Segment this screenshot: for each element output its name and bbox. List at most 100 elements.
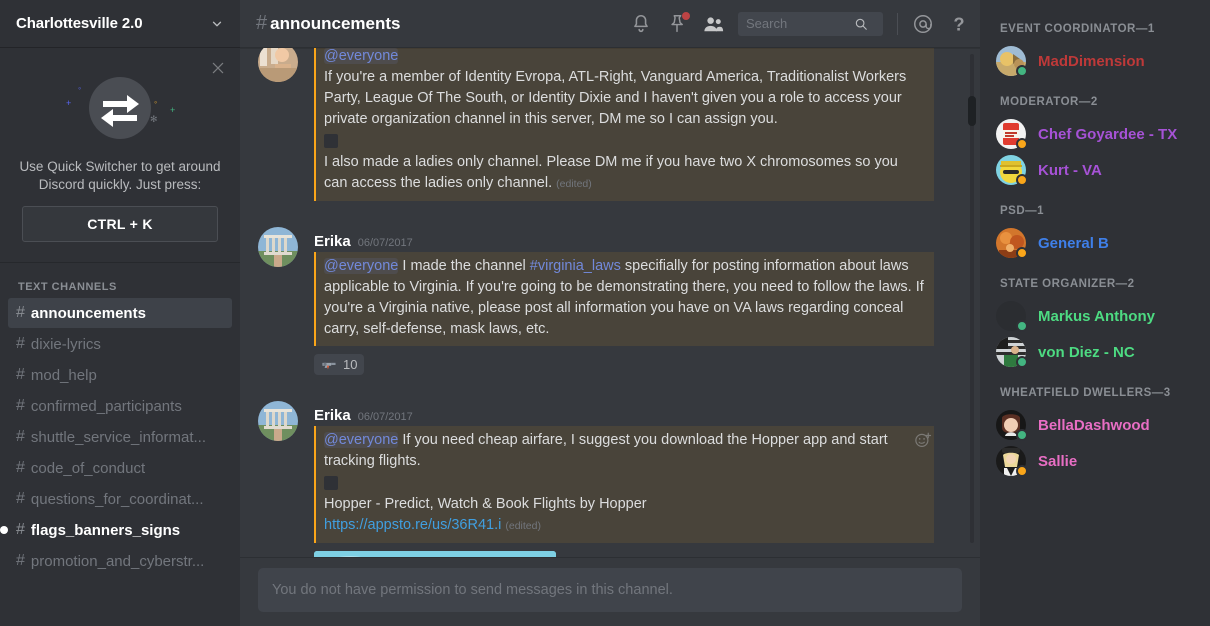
role-group-header: MODERATOR—2 [1000, 96, 1098, 108]
sidebar-item-confirmed-participants[interactable]: # confirmed_participants [8, 391, 232, 421]
search-box[interactable] [738, 11, 883, 36]
member-item[interactable]: General B [980, 225, 1210, 261]
member-name: Markus Anthony [1038, 307, 1155, 325]
channel-label: dixie-lyrics [30, 335, 101, 353]
status-badge [1016, 174, 1028, 186]
message-text-line-2: Hopper - Predict, Watch & Book Flights b… [324, 495, 647, 512]
avatar [996, 228, 1028, 259]
channel-label: announcements [30, 304, 146, 322]
message-author[interactable]: Erika [314, 233, 351, 250]
status-badge [1016, 429, 1028, 441]
server-name: Charlottesville 2.0 [16, 15, 143, 32]
avatar [996, 46, 1028, 77]
search-icon [855, 18, 867, 30]
hash-icon: # [16, 428, 25, 445]
channel-name: announcements [270, 14, 401, 33]
search-input[interactable] [746, 16, 854, 31]
edited-tag: (edited) [556, 178, 592, 190]
hash-icon: # [16, 335, 25, 352]
unread-indicator [0, 526, 8, 534]
message-item: Erika 06/07/2017 @everyone I made the ch… [240, 227, 962, 385]
message-scrollbar[interactable] [968, 48, 976, 557]
chevron-down-icon[interactable] [210, 17, 224, 31]
avatar[interactable] [258, 48, 298, 82]
member-item[interactable]: Kurt - VA [980, 152, 1210, 188]
status-badge [1016, 138, 1028, 150]
message-text-before-link: I made the channel [398, 258, 530, 274]
mention-icon[interactable] [912, 13, 934, 35]
header-actions: ? [630, 11, 970, 36]
sidebar-item-promotion-and-cyberstrike[interactable]: # promotion_and_cyberstr... [8, 546, 232, 576]
scrollbar-track [970, 54, 974, 543]
channel-link[interactable]: #virginia_laws [530, 258, 621, 274]
hash-icon: # [16, 521, 25, 538]
mention-highlight-block: @everyone If you're a member of Identity… [314, 48, 934, 201]
message-timestamp: 06/07/2017 [357, 410, 413, 423]
status-badge [1016, 320, 1028, 332]
sidebar-item-shuttle-service-information[interactable]: # shuttle_service_informat... [8, 422, 232, 452]
avatar [996, 301, 1028, 332]
channel-label: questions_for_coordinat... [30, 490, 204, 508]
member-item[interactable]: MadDimension [980, 43, 1210, 79]
member-name: General B [1038, 234, 1109, 252]
blocked-content-placeholder [324, 475, 338, 490]
member-item[interactable]: Chef Goyardee - TX [980, 116, 1210, 152]
message-list: @everyone If you're a member of Identity… [240, 48, 980, 557]
member-list: EVENT COORDINATOR—1 MadDimension MODERAT… [980, 0, 1210, 626]
message-body: @everyone If you're a member of Identity… [314, 48, 944, 209]
sidebar-item-questions-for-coordinators[interactable]: # questions_for_coordinat... [8, 484, 232, 514]
message-author[interactable]: Erika [314, 407, 351, 424]
hash-icon: # [16, 397, 25, 414]
member-item[interactable]: Markus Anthony [980, 298, 1210, 334]
reaction-pill[interactable]: 10 [314, 354, 365, 375]
blocked-content-placeholder [324, 134, 338, 148]
channel-sidebar: Charlottesville 2.0 ◦ + ◦ + ✻ Use Quick … [0, 0, 240, 626]
avatar [996, 410, 1028, 441]
role-group-header: EVENT COORDINATOR—1 [1000, 23, 1155, 35]
message-text-line-2: I also made a ladies only channel. Pleas… [324, 154, 898, 191]
pin-icon[interactable] [666, 11, 690, 35]
category-text-channels: TEXT CHANNELS [18, 281, 117, 293]
channel-label: shuttle_service_informat... [30, 428, 206, 446]
channel-label: mod_help [30, 366, 97, 384]
member-item[interactable]: Sallie [980, 443, 1210, 479]
sidebar-item-dixie-lyrics[interactable]: # dixie-lyrics [8, 329, 232, 359]
avatar[interactable] [258, 400, 298, 441]
link-embed-image[interactable]: hopper [314, 550, 556, 557]
revolver-emoji [322, 362, 336, 369]
hash-icon: # [16, 552, 25, 569]
sidebar-item-flags-banners-signs[interactable]: # flags_banners_signs [0, 515, 232, 545]
hash-icon: # [16, 304, 25, 321]
add-reaction-icon[interactable] [914, 431, 932, 449]
edited-tag: (edited) [505, 519, 541, 532]
mention-highlight-block: @everyone If you need cheap airfare, I s… [314, 425, 934, 543]
sidebar-item-announcements[interactable]: # announcements [8, 298, 232, 328]
quick-switcher-text: Use Quick Switcher to get around Discord… [19, 159, 221, 192]
sidebar-item-mod-help[interactable]: # mod_help [8, 360, 232, 390]
status-badge [1016, 465, 1028, 477]
quick-switcher-shortcut[interactable]: CTRL + K [22, 206, 218, 242]
hash-icon: # [16, 490, 25, 507]
avatar [996, 119, 1028, 150]
message-url-link[interactable]: https://appsto.re/us/36R41.i [324, 517, 501, 533]
scrollbar-thumb[interactable] [968, 96, 976, 126]
mention-everyone[interactable]: @everyone [324, 48, 399, 64]
member-name: MadDimension [1038, 52, 1145, 70]
help-icon[interactable]: ? [948, 13, 970, 35]
server-header[interactable]: Charlottesville 2.0 [0, 0, 240, 48]
members-icon[interactable] [702, 13, 724, 35]
bell-icon[interactable] [630, 13, 652, 35]
mention-everyone[interactable]: @everyone [324, 258, 399, 274]
pin-badge [682, 11, 690, 20]
avatar [996, 155, 1028, 186]
channel-label: confirmed_participants [30, 397, 182, 415]
channel-label: promotion_and_cyberstr... [30, 552, 205, 570]
sidebar-item-code-of-conduct[interactable]: # code_of_conduct [8, 453, 232, 483]
member-item[interactable]: BellaDashwood [980, 407, 1210, 443]
mention-everyone[interactable]: @everyone [324, 431, 399, 448]
member-item[interactable]: von Diez - NC [980, 334, 1210, 370]
reaction-count: 10 [343, 357, 358, 372]
switch-arrows-icon: ◦ + ◦ + ✻ [18, 62, 222, 154]
status-badge [1016, 65, 1028, 77]
avatar[interactable] [258, 227, 298, 267]
